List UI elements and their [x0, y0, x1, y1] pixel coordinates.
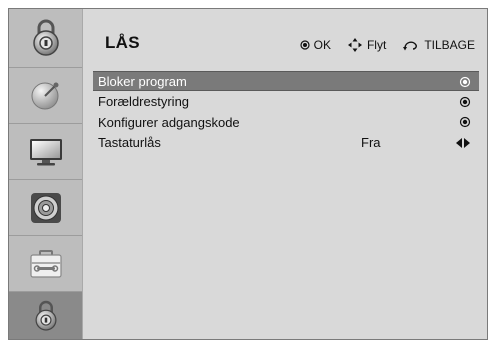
radio-icon [459, 116, 471, 128]
sidebar [9, 67, 83, 339]
hint-ok: OK [300, 38, 331, 52]
menu-item-parental-control[interactable]: Forældrestyring [93, 92, 479, 112]
sidebar-item-audio[interactable] [9, 179, 82, 235]
menu-item-label: Forældrestyring [98, 94, 190, 109]
menu-item-label: Tastaturlås [98, 135, 161, 150]
header-lock-tab [9, 9, 83, 67]
satellite-dish-icon [31, 82, 58, 109]
menu-item-label: Bloker program [98, 73, 187, 89]
tv-screen-icon [29, 138, 62, 165]
toolbox-icon [29, 249, 62, 278]
radio-icon [459, 76, 471, 88]
lock-icon [35, 300, 56, 331]
speaker-icon [30, 192, 61, 223]
menu-item-value: Fra [361, 135, 381, 150]
page-title: LÅS [105, 33, 140, 52]
hint-ok-label: OK [313, 38, 331, 52]
menu-item-keyboard-lock[interactable]: Tastaturlås Fra [93, 133, 479, 153]
lock-menu-list: Bloker program Forældrestyring Konfigure… [93, 71, 479, 153]
menu-item-configure-password[interactable]: Konfigurer adgangskode [93, 112, 479, 132]
sidebar-item-channel[interactable] [9, 67, 82, 123]
back-icon [403, 41, 418, 51]
hint-move: Flyt [347, 37, 386, 53]
ok-icon [300, 40, 310, 50]
hint-back-label: TILBAGE [424, 38, 475, 52]
menu-item-block-program[interactable]: Bloker program [93, 71, 479, 91]
menu-item-label: Konfigurer adgangskode [98, 114, 240, 130]
sidebar-item-picture[interactable] [9, 123, 82, 179]
radio-icon [459, 96, 471, 107]
hint-move-label: Flyt [366, 38, 387, 52]
header: LÅS OK Flyt TILBAGE [9, 9, 487, 67]
sidebar-item-lock[interactable] [9, 291, 82, 339]
move-arrows-icon [347, 38, 362, 52]
lock-icon [32, 19, 59, 56]
lock-menu-screen: LÅS OK Flyt TILBAGE Bloker program Foræl… [8, 8, 488, 340]
hint-back: TILBAGE [402, 38, 475, 52]
sidebar-item-setup[interactable] [9, 235, 82, 291]
key-hints: OK Flyt TILBAGE [300, 37, 475, 53]
left-right-arrows-icon[interactable] [455, 137, 471, 149]
